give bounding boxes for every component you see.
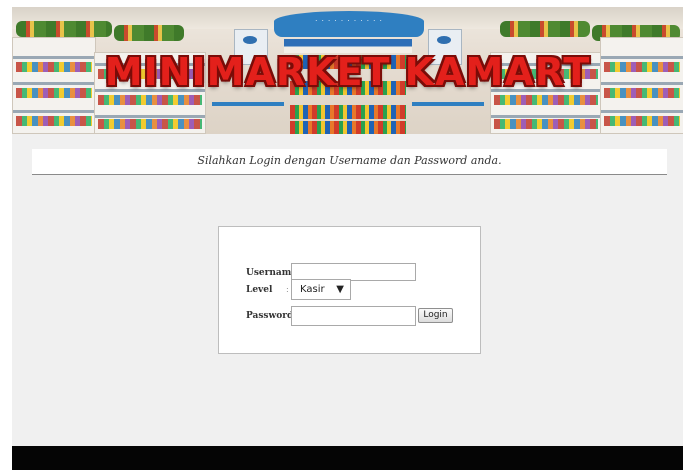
header-banner: · · · · · · · · · · · MINIMARKET KAMART <box>12 7 683 134</box>
password-input[interactable] <box>291 306 416 326</box>
username-label: Username <box>246 268 298 278</box>
banner-plants-left <box>16 21 112 37</box>
level-select[interactable]: Kasir ▼ <box>291 279 351 300</box>
chevron-down-icon: ▼ <box>336 284 344 295</box>
login-instruction-bar: Silahkan Login dengan Username dan Passw… <box>32 149 667 175</box>
level-label: Level <box>246 285 273 295</box>
banner-rail-right <box>412 102 484 106</box>
login-instruction-text: Silahkan Login dengan Username dan Passw… <box>197 154 502 167</box>
page: · · · · · · · · · · · MINIMARKET KAMART … <box>12 7 683 470</box>
login-form: Username Level : Kasir ▼ Password Login <box>218 226 481 354</box>
level-selected-value: Kasir <box>300 284 325 295</box>
footer-bar <box>12 446 683 470</box>
password-label: Password <box>246 311 294 321</box>
banner-plants-right <box>500 21 590 37</box>
login-button[interactable]: Login <box>418 308 453 323</box>
banner-title: MINIMARKET KAMART <box>104 50 591 94</box>
banner-plants-left-2 <box>114 25 184 41</box>
level-colon: : <box>286 285 289 294</box>
banner-rail-left <box>212 102 284 106</box>
banner-store-sign: · · · · · · · · · · · <box>274 11 424 37</box>
